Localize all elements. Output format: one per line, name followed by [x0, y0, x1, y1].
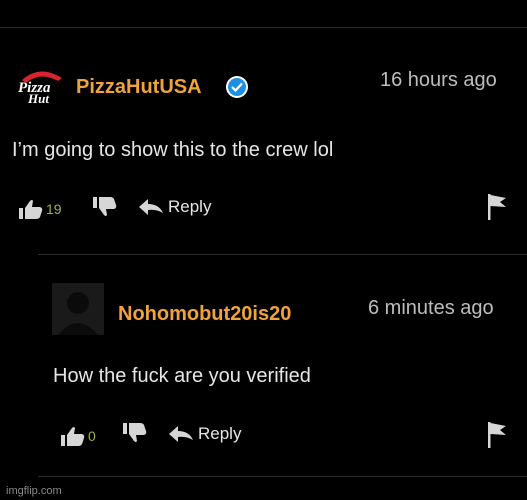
reply-label: Reply — [198, 424, 242, 443]
thumbs-up-icon — [19, 200, 43, 219]
reply-comment: Nohomobut20is20 6 minutes ago How the fu… — [0, 250, 527, 480]
reply-label: Reply — [168, 197, 212, 216]
timestamp: 16 hours ago — [380, 69, 497, 91]
flag-icon — [488, 194, 506, 220]
username[interactable]: Nohomobut20is20 — [118, 303, 291, 326]
verified-badge-icon — [226, 76, 248, 98]
thumbs-down-icon — [93, 197, 117, 216]
thumbs-up-icon — [61, 427, 85, 446]
thumbs-down-icon — [123, 423, 147, 442]
like-button[interactable]: 19 — [18, 198, 62, 220]
avatar[interactable] — [52, 283, 104, 335]
watermark: imgflip.com — [6, 485, 62, 497]
reply-arrow-icon — [139, 199, 163, 215]
like-button[interactable]: 0 — [60, 425, 96, 447]
reply-button[interactable]: Reply — [138, 197, 211, 217]
report-flag-button[interactable] — [487, 421, 507, 449]
comment-text: I’m going to show this to the crew lol — [12, 139, 334, 161]
reply-arrow-icon — [169, 426, 193, 442]
pizza-hut-logo[interactable]: Pizza Hut — [12, 66, 68, 106]
report-flag-button[interactable] — [487, 193, 507, 221]
svg-text:Hut: Hut — [27, 91, 49, 106]
divider — [38, 476, 527, 477]
flag-icon — [488, 422, 506, 448]
reply-button[interactable]: Reply — [168, 424, 241, 444]
dislike-button[interactable] — [92, 196, 118, 218]
like-count: 0 — [88, 428, 96, 444]
username[interactable]: PizzaHutUSA — [76, 76, 202, 99]
like-count: 19 — [46, 201, 62, 217]
comment-text: How the fuck are you verified — [53, 365, 311, 387]
comment: Pizza Hut PizzaHutUSA 16 hours ago I’m g… — [0, 0, 527, 250]
dislike-button[interactable] — [122, 422, 148, 444]
timestamp: 6 minutes ago — [368, 297, 494, 319]
